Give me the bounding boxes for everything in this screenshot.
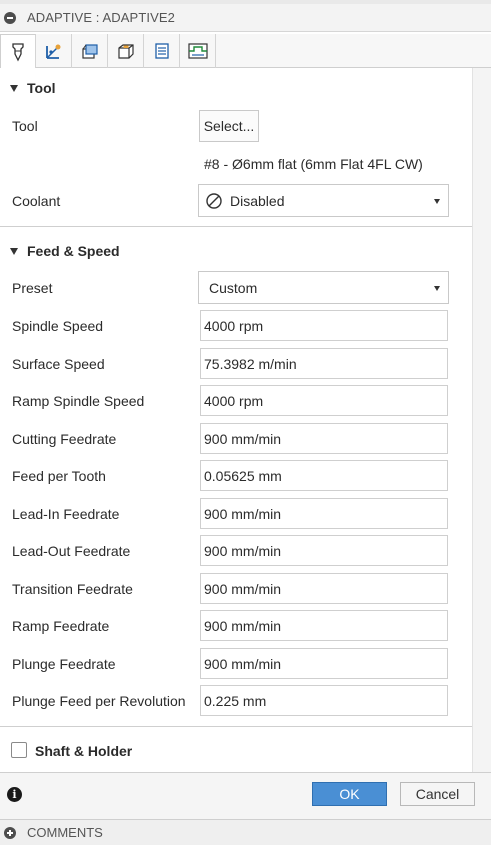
comments-title: COMMENTS xyxy=(27,825,103,840)
field-input[interactable]: 75.3982 m/min xyxy=(200,348,448,379)
collapse-icon[interactable] xyxy=(4,11,16,24)
expand-plus-icon[interactable] xyxy=(4,826,16,839)
tab-passes[interactable] xyxy=(108,34,144,68)
field-label: Ramp Feedrate xyxy=(12,618,110,634)
ok-button[interactable]: OK xyxy=(312,782,387,806)
field-label: Plunge Feed per Revolution xyxy=(12,693,186,709)
expand-triangle-icon xyxy=(10,84,18,92)
panel-titlebar[interactable]: ADAPTIVE : ADAPTIVE2 xyxy=(0,4,491,32)
tab-simulation[interactable] xyxy=(180,34,216,68)
field-label: Lead-In Feedrate xyxy=(12,506,120,522)
coolant-value: Disabled xyxy=(230,192,285,209)
field-label: Surface Speed xyxy=(12,356,105,372)
field-input[interactable]: 4000 rpm xyxy=(200,385,448,416)
field-input[interactable]: 4000 rpm xyxy=(200,310,448,341)
section-divider xyxy=(0,226,472,227)
geometry-tab-icon xyxy=(45,44,60,59)
field-label: Spindle Speed xyxy=(12,318,104,334)
tool-label: Tool xyxy=(12,118,38,134)
tab-geometry[interactable] xyxy=(36,34,72,68)
linking-tab-icon xyxy=(154,43,169,59)
tab-tool[interactable] xyxy=(0,34,36,69)
feed-section-header[interactable]: Feed & Speed xyxy=(0,233,472,269)
comments-bar[interactable]: COMMENTS xyxy=(0,819,491,845)
expand-triangle-icon xyxy=(10,247,18,255)
field-label: Plunge Feedrate xyxy=(12,656,116,672)
section-divider xyxy=(0,726,472,727)
field-label: Cutting Feedrate xyxy=(12,431,117,447)
shaft-holder-label: Shaft & Holder xyxy=(35,743,133,759)
tool-section-header[interactable]: Tool xyxy=(0,70,472,106)
shaft-holder-checkbox[interactable] xyxy=(11,742,27,758)
field-input[interactable]: 900 mm/min xyxy=(200,610,448,641)
field-input[interactable]: 900 mm/min xyxy=(200,573,448,604)
preset-dropdown[interactable]: Custom xyxy=(198,271,449,304)
field-input[interactable]: 0.05625 mm xyxy=(200,460,448,491)
prohibited-icon xyxy=(206,192,222,209)
passes-tab-icon xyxy=(117,44,134,59)
field-label: Lead-Out Feedrate xyxy=(12,543,131,559)
preset-label: Preset xyxy=(12,280,53,296)
tab-bar xyxy=(0,34,491,69)
tab-heights[interactable] xyxy=(72,34,108,68)
selected-tool-name: #8 - Ø6mm flat (6mm Flat 4FL CW) xyxy=(204,156,423,172)
info-icon[interactable]: i xyxy=(7,787,22,802)
preset-value: Custom xyxy=(209,279,258,296)
select-tool-button[interactable]: Select... xyxy=(199,110,259,142)
field-label: Transition Feedrate xyxy=(12,581,133,597)
field-label: Feed per Tooth xyxy=(12,468,106,484)
field-label: Ramp Spindle Speed xyxy=(12,393,145,409)
chevron-down-icon xyxy=(434,199,440,204)
tab-linking[interactable] xyxy=(144,34,180,68)
tool-section-title: Tool xyxy=(27,80,56,96)
field-input[interactable]: 900 mm/min xyxy=(200,648,448,679)
field-input[interactable]: 0.225 mm xyxy=(200,685,448,716)
vertical-scrollbar[interactable] xyxy=(472,68,491,772)
simulation-tab-icon xyxy=(187,43,208,59)
field-input[interactable]: 900 mm/min xyxy=(200,498,448,529)
coolant-label: Coolant xyxy=(12,193,61,209)
feed-section-title: Feed & Speed xyxy=(27,243,120,259)
field-input[interactable]: 900 mm/min xyxy=(200,535,448,566)
tool-tab-icon xyxy=(12,43,24,62)
chevron-down-icon xyxy=(434,286,440,291)
heights-tab-icon xyxy=(81,44,98,59)
coolant-dropdown[interactable]: Disabled xyxy=(198,184,449,217)
cancel-button[interactable]: Cancel xyxy=(400,782,475,806)
panel-title: ADAPTIVE : ADAPTIVE2 xyxy=(27,10,175,25)
field-input[interactable]: 900 mm/min xyxy=(200,423,448,454)
